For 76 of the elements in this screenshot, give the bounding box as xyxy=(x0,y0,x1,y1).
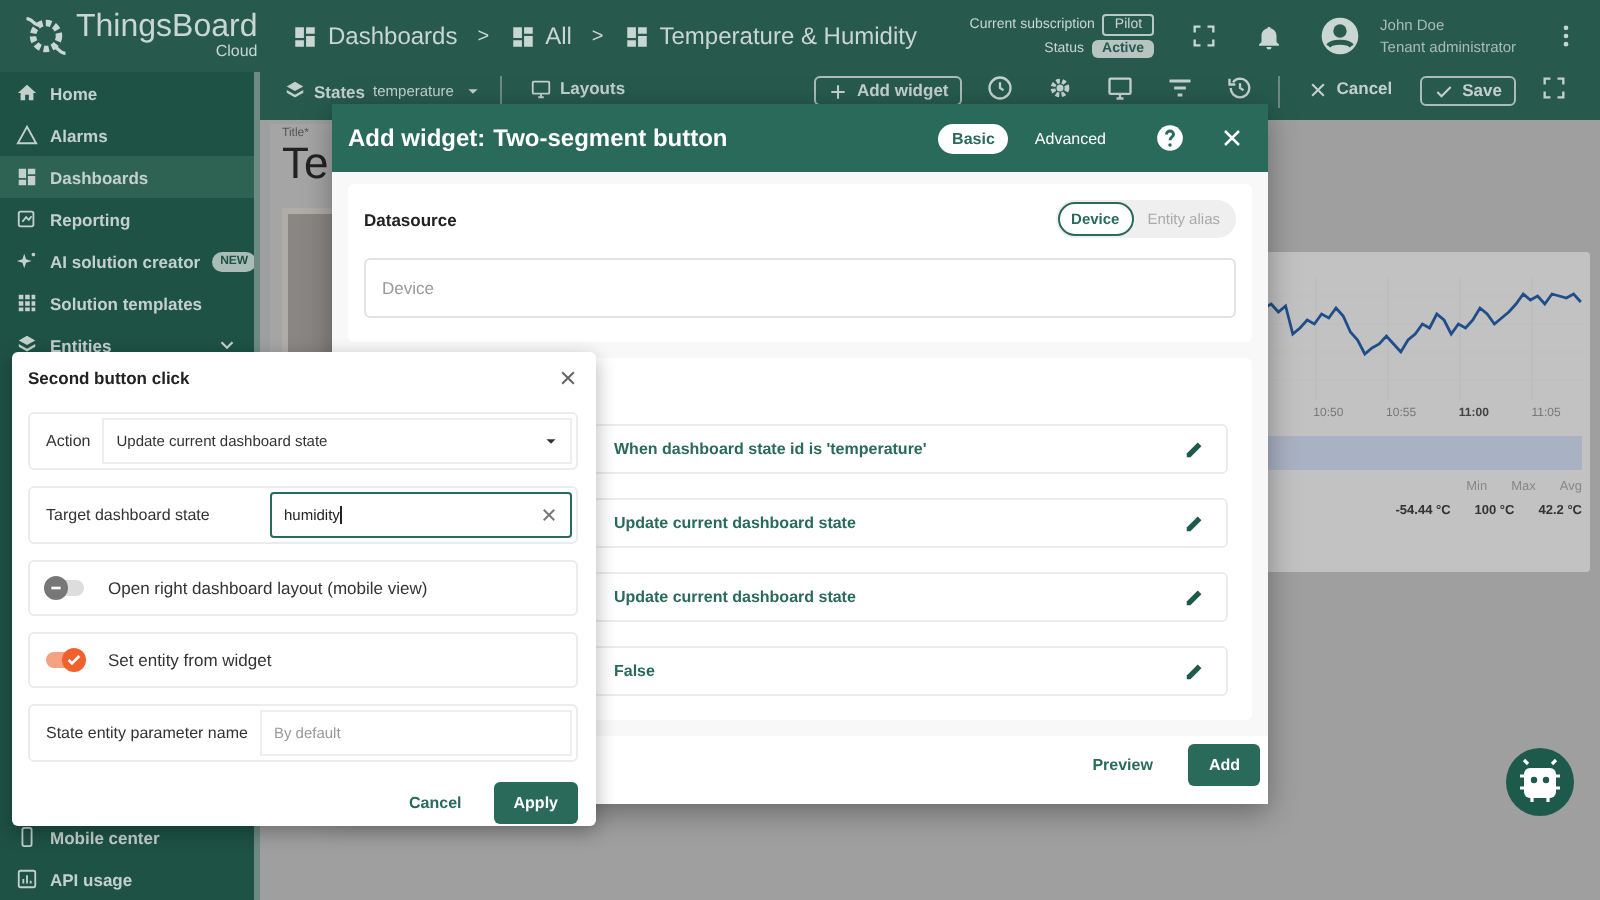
phone-icon xyxy=(16,826,38,848)
help-icon[interactable] xyxy=(1156,124,1184,152)
field-label: State entity parameter name xyxy=(46,724,248,742)
stack-icon xyxy=(16,334,38,356)
history-icon[interactable] xyxy=(1226,74,1255,102)
breadcrumb-link[interactable]: Dashboards xyxy=(292,22,458,50)
field-label: Target dashboard state xyxy=(46,506,212,524)
check-icon xyxy=(1434,81,1455,101)
grid-icon xyxy=(16,292,38,314)
layouts-button[interactable]: Layouts xyxy=(517,76,638,102)
toggle-label: Open right dashboard layout (mobile view) xyxy=(108,578,428,598)
toggle-label: Set entity from widget xyxy=(108,650,272,670)
sidebar-item[interactable]: API usage xyxy=(0,858,254,900)
dashboard-icon xyxy=(509,23,536,49)
section-heading: Datasource xyxy=(364,209,457,229)
sparkle-icon xyxy=(16,250,38,272)
mode-tab[interactable]: Basic xyxy=(938,123,1009,153)
dashboard-icon xyxy=(16,166,38,188)
chart-icon xyxy=(16,868,38,890)
dialog-title-prefix: Add widget: xyxy=(348,124,486,152)
pencil-icon[interactable] xyxy=(1184,660,1206,682)
logo-subtitle: Cloud xyxy=(215,44,258,60)
home-icon xyxy=(16,82,38,104)
dashboard-icon xyxy=(292,23,318,49)
bell-icon[interactable] xyxy=(1254,21,1285,51)
avatar-icon[interactable] xyxy=(1320,16,1361,56)
monitor-icon xyxy=(529,78,552,100)
robot-icon[interactable] xyxy=(1506,748,1574,816)
sidebar-item[interactable]: Dashboards xyxy=(0,156,254,198)
fullscreen-icon[interactable] xyxy=(1540,74,1568,102)
sidebar-item[interactable]: Solution templates xyxy=(0,282,254,324)
cancel-button[interactable]: Cancel xyxy=(393,784,478,822)
sidebar-item[interactable]: Entities xyxy=(0,324,254,366)
action-row[interactable]: Update current dashboard state xyxy=(592,498,1228,548)
action-row[interactable]: False xyxy=(592,646,1228,696)
check-icon xyxy=(66,652,82,668)
pencil-icon[interactable] xyxy=(1184,512,1206,534)
device-field[interactable]: Device xyxy=(364,258,1236,318)
mode-tab[interactable]: Advanced xyxy=(1020,123,1120,153)
warning-icon xyxy=(16,124,38,146)
breadcrumb-link[interactable]: All xyxy=(509,22,572,50)
apply-button[interactable]: Apply xyxy=(493,782,578,824)
breadcrumb-separator: > xyxy=(591,25,604,47)
add-button[interactable]: Add xyxy=(1188,743,1260,785)
breadcrumb-link[interactable]: Temperature & Humidity xyxy=(623,22,917,50)
toggle-switch[interactable] xyxy=(46,580,84,596)
layers-icon xyxy=(284,80,306,102)
breadcrumb-separator: > xyxy=(477,25,490,47)
clear-icon[interactable] xyxy=(540,506,558,524)
plus-icon xyxy=(828,81,849,101)
pencil-icon[interactable] xyxy=(1184,438,1206,460)
preview-button[interactable]: Preview xyxy=(1076,745,1169,783)
close-icon[interactable] xyxy=(558,367,578,387)
action-row[interactable]: When dashboard state id is 'temperature' xyxy=(592,424,1228,474)
chart-icon xyxy=(16,208,38,230)
dashboard-icon xyxy=(623,23,650,49)
sidebar-item[interactable]: Alarms xyxy=(0,114,254,156)
clock-icon[interactable] xyxy=(986,74,1015,102)
monitor-icon[interactable] xyxy=(1106,74,1135,102)
fullscreen-icon[interactable] xyxy=(1190,22,1219,50)
sidebar-item[interactable]: Home xyxy=(0,72,254,114)
settings-icon[interactable] xyxy=(1046,74,1075,102)
pencil-icon[interactable] xyxy=(1184,586,1206,608)
widget-title: Te xyxy=(282,140,329,189)
cancel-button[interactable]: Cancel xyxy=(1296,76,1405,102)
close-icon xyxy=(1308,79,1329,99)
save-button[interactable]: Save xyxy=(1420,76,1516,106)
toggle-switch[interactable] xyxy=(46,652,84,668)
popover-title: Second button click xyxy=(28,367,190,387)
dialog-title: Two-segment button xyxy=(493,124,728,152)
action-row[interactable]: Update current dashboard state xyxy=(592,572,1228,622)
logo-text: ThingsBoard xyxy=(76,12,258,44)
field-label: Action xyxy=(46,432,91,450)
sidebar-item[interactable]: Reporting xyxy=(0,198,254,240)
filter-icon[interactable] xyxy=(1166,74,1195,102)
sidebar-item[interactable]: Mobile center xyxy=(0,816,254,858)
